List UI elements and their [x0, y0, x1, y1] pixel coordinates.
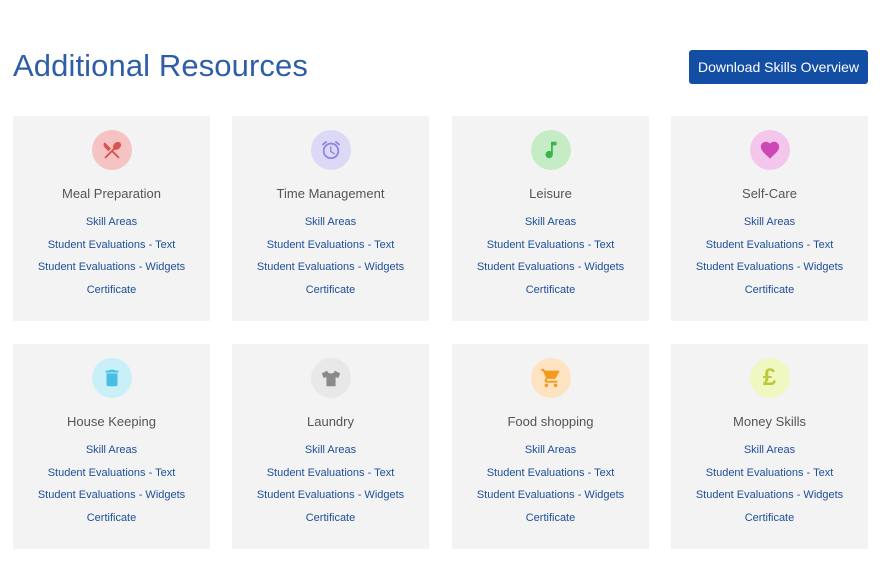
resource-card-money-skills: £ Money Skills Skill Areas Student Evaluati… — [671, 344, 868, 549]
shopping-cart-icon — [530, 358, 571, 398]
link-student-evaluations-widgets[interactable]: Student Evaluations - Widgets — [38, 256, 185, 279]
link-student-evaluations-widgets[interactable]: Student Evaluations - Widgets — [696, 484, 843, 507]
music-note-icon — [530, 130, 571, 170]
card-title: Meal Preparation — [62, 186, 161, 201]
resource-card-leisure: Leisure Skill Areas Student Evaluations - … — [452, 116, 649, 321]
resource-card-food-shopping: Food shopping Skill Areas Student Evaluati… — [452, 344, 649, 549]
link-student-evaluations-widgets[interactable]: Student Evaluations - Widgets — [696, 256, 843, 279]
resource-card-time-management: Time Management Skill Areas Student Evalua… — [232, 116, 429, 321]
link-certificate[interactable]: Certificate — [526, 279, 576, 302]
t-shirt-icon — [310, 358, 351, 398]
page: Additional Resources Download Skills Ove… — [0, 0, 895, 571]
resource-card-self-care: Self-Care Skill Areas Student Evaluations … — [671, 116, 868, 321]
heart-icon — [749, 130, 790, 170]
link-certificate[interactable]: Certificate — [306, 279, 356, 302]
link-student-evaluations-text[interactable]: Student Evaluations - Text — [267, 462, 395, 485]
trash-can-icon — [91, 358, 132, 398]
card-links: Skill Areas Student Evaluations - Text Stu… — [257, 211, 404, 302]
link-student-evaluations-text[interactable]: Student Evaluations - Text — [48, 234, 176, 257]
link-skill-areas[interactable]: Skill Areas — [86, 439, 137, 462]
link-certificate[interactable]: Certificate — [306, 507, 356, 530]
card-title: Money Skills — [733, 414, 806, 429]
alarm-clock-icon — [310, 130, 351, 170]
link-student-evaluations-text[interactable]: Student Evaluations - Text — [487, 462, 615, 485]
card-links: Skill Areas Student Evaluations - Text Stu… — [477, 439, 624, 530]
link-student-evaluations-text[interactable]: Student Evaluations - Text — [267, 234, 395, 257]
link-student-evaluations-widgets[interactable]: Student Evaluations - Widgets — [477, 256, 624, 279]
card-links: Skill Areas Student Evaluations - Text Stu… — [696, 439, 843, 530]
resource-card-laundry: Laundry Skill Areas Student Evaluations - … — [232, 344, 429, 549]
download-skills-overview-button[interactable]: Download Skills Overview — [689, 50, 868, 84]
link-student-evaluations-widgets[interactable]: Student Evaluations - Widgets — [38, 484, 185, 507]
link-skill-areas[interactable]: Skill Areas — [525, 211, 576, 234]
card-title: Food shopping — [507, 414, 594, 429]
link-student-evaluations-widgets[interactable]: Student Evaluations - Widgets — [257, 256, 404, 279]
link-student-evaluations-text[interactable]: Student Evaluations - Text — [706, 462, 834, 485]
card-links: Skill Areas Student Evaluations - Text Stu… — [477, 211, 624, 302]
card-title: Leisure — [529, 186, 572, 201]
link-student-evaluations-widgets[interactable]: Student Evaluations - Widgets — [477, 484, 624, 507]
link-student-evaluations-text[interactable]: Student Evaluations - Text — [48, 462, 176, 485]
card-links: Skill Areas Student Evaluations - Text Stu… — [696, 211, 843, 302]
link-student-evaluations-text[interactable]: Student Evaluations - Text — [487, 234, 615, 257]
link-certificate[interactable]: Certificate — [87, 279, 137, 302]
card-links: Skill Areas Student Evaluations - Text Stu… — [38, 439, 185, 530]
card-title: Self-Care — [742, 186, 797, 201]
page-title: Additional Resources — [13, 48, 308, 83]
link-skill-areas[interactable]: Skill Areas — [525, 439, 576, 462]
link-certificate[interactable]: Certificate — [745, 507, 795, 530]
card-links: Skill Areas Student Evaluations - Text Stu… — [38, 211, 185, 302]
link-certificate[interactable]: Certificate — [745, 279, 795, 302]
card-title: Time Management — [276, 186, 385, 201]
card-title: House Keeping — [67, 414, 156, 429]
link-skill-areas[interactable]: Skill Areas — [305, 439, 356, 462]
link-certificate[interactable]: Certificate — [526, 507, 576, 530]
resource-card-house-keeping: House Keeping Skill Areas Student Evaluati… — [13, 344, 210, 549]
link-skill-areas[interactable]: Skill Areas — [744, 211, 795, 234]
link-skill-areas[interactable]: Skill Areas — [86, 211, 137, 234]
fork-knife-icon — [91, 130, 132, 170]
pound-glyph: £ — [762, 364, 777, 391]
link-student-evaluations-text[interactable]: Student Evaluations - Text — [706, 234, 834, 257]
card-title: Laundry — [307, 414, 354, 429]
link-certificate[interactable]: Certificate — [87, 507, 137, 530]
link-skill-areas[interactable]: Skill Areas — [305, 211, 356, 234]
link-skill-areas[interactable]: Skill Areas — [744, 439, 795, 462]
pound-sign-icon: £ — [749, 358, 790, 398]
link-student-evaluations-widgets[interactable]: Student Evaluations - Widgets — [257, 484, 404, 507]
card-links: Skill Areas Student Evaluations - Text Stu… — [257, 439, 404, 530]
resource-card-meal-preparation: Meal Preparation Skill Areas Student Evalu… — [13, 116, 210, 321]
